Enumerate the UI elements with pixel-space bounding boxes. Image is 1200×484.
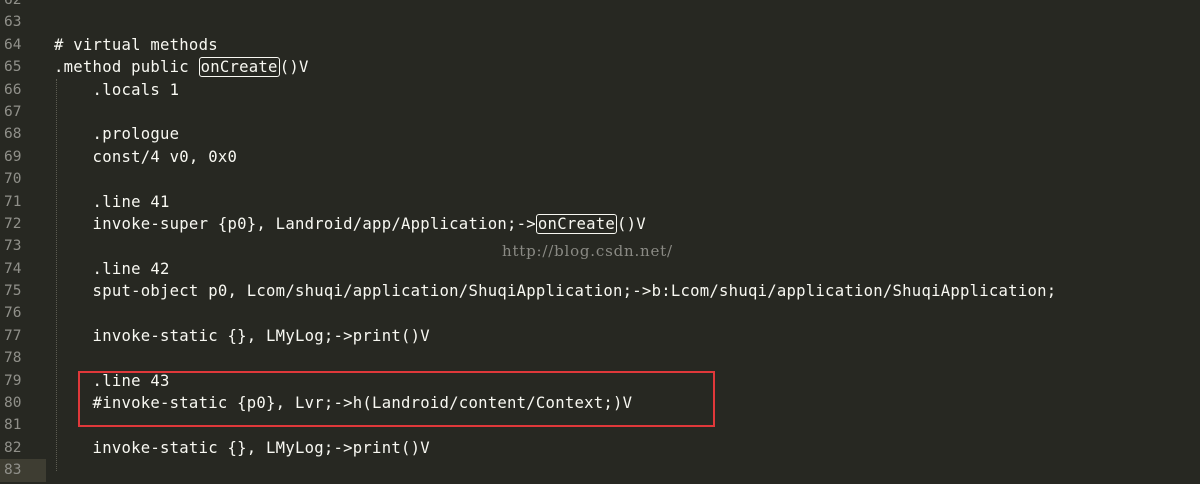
code-segment: .line 41 [54,192,170,211]
line-number: 78 [4,350,22,367]
line-number: 79 [4,372,22,389]
code-line[interactable]: 66 .locals 1 [0,79,1200,101]
code-text[interactable]: invoke-super {p0}, Landroid/app/Applicat… [54,213,646,235]
line-number: 83 [0,459,46,482]
code-line[interactable]: 77 invoke-static {}, LMyLog;->print()V [0,325,1200,347]
code-line[interactable]: 72 invoke-super {p0}, Landroid/app/Appli… [0,213,1200,235]
code-segment: invoke-static {}, LMyLog;->print()V [54,326,430,345]
code-line[interactable]: 71 .line 41 [0,191,1200,213]
line-number: 64 [4,36,22,53]
line-number: 82 [4,439,22,456]
line-number: 74 [4,260,22,277]
code-segment: .prologue [54,125,180,144]
code-text[interactable]: .line 41 [54,191,170,213]
line-number: 62 [4,0,22,8]
code-segment: invoke-static {}, LMyLog;->print()V [54,438,430,457]
code-text[interactable]: .line 42 [54,258,170,280]
code-line[interactable]: 67 [0,101,1200,123]
code-line[interactable]: 65 .method public onCreate ()V [0,56,1200,78]
code-line[interactable]: 64 # virtual methods [0,34,1200,56]
line-number: 72 [4,215,22,232]
code-segment: .method public [54,58,199,77]
code-segment: .locals 1 [54,80,180,99]
code-segment: const/4 v0, 0x0 [54,147,238,166]
line-number: 76 [4,305,22,322]
code-line[interactable]: 70 [0,168,1200,190]
line-number: 73 [4,238,22,255]
code-text[interactable]: sput-object p0, Lcom/shuqi/application/S… [54,280,1057,302]
line-number: 70 [4,171,22,188]
code-line[interactable]: 76 [0,302,1200,324]
code-line[interactable]: 83 [0,459,1200,482]
line-number: 66 [4,81,22,98]
code-segment: invoke-super {p0}, Landroid/app/Applicat… [54,214,536,233]
line-number: 63 [4,14,22,31]
annotation-highlight-box [78,371,715,427]
code-segment: ()V [617,214,646,233]
code-text[interactable]: .method public onCreate ()V [54,56,309,78]
code-text[interactable]: const/4 v0, 0x0 [54,146,237,168]
code-text[interactable]: invoke-static {}, LMyLog;->print()V [54,437,430,459]
line-number: 71 [4,193,22,210]
code-line[interactable]: 68 .prologue [0,123,1200,145]
code-segment: sput-object p0, Lcom/shuqi/application/S… [54,282,1057,301]
code-line[interactable]: 75 sput-object p0, Lcom/shuqi/applicatio… [0,280,1200,302]
line-number: 81 [4,417,22,434]
line-number: 67 [4,103,22,120]
code-line[interactable]: 62 [0,0,1200,11]
code-segment: ()V [279,58,309,77]
code-segment: .line 42 [54,259,170,278]
search-match-highlight: onCreate [198,57,280,78]
line-number: 77 [4,327,22,344]
line-number: 68 [4,126,22,143]
watermark: http://blog.csdn.net/ [502,242,673,260]
code-line[interactable]: 74 .line 42 [0,258,1200,280]
code-line[interactable]: 69 const/4 v0, 0x0 [0,146,1200,168]
search-match-highlight: onCreate [535,213,618,234]
line-number: 65 [4,59,22,76]
code-line[interactable]: 78 [0,347,1200,369]
line-number: 69 [4,148,22,165]
code-segment: # virtual methods [54,35,218,54]
code-text[interactable]: .locals 1 [54,79,180,101]
code-text[interactable]: .prologue [54,123,180,145]
code-text[interactable]: # virtual methods [54,34,218,56]
line-number: 75 [4,283,22,300]
code-line[interactable]: 63 [0,11,1200,33]
line-number: 80 [4,395,22,412]
code-line[interactable]: 82 invoke-static {}, LMyLog;->print()V [0,437,1200,459]
code-text[interactable]: invoke-static {}, LMyLog;->print()V [54,325,430,347]
